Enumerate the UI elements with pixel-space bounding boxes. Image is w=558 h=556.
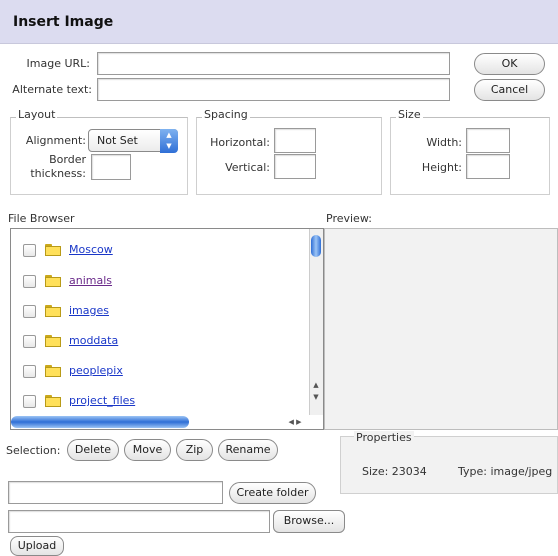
size-info-value: 23034 xyxy=(391,465,427,478)
scroll-arrow-icon[interactable]: ◀ ▶ xyxy=(281,416,309,429)
folder-icon xyxy=(45,365,61,377)
checkbox-icon[interactable] xyxy=(23,244,36,257)
image-url-input[interactable] xyxy=(97,52,450,75)
dialog-title: Insert Image xyxy=(13,14,114,30)
alignment-select[interactable]: Not Set ▲ ▼ xyxy=(88,129,178,153)
folder-icon xyxy=(45,305,61,317)
folder-icon xyxy=(45,335,61,347)
folder-link[interactable]: animals xyxy=(69,274,112,287)
dialog-title-bar: Insert Image xyxy=(0,0,558,44)
type-info: Type: image/jpeg xyxy=(458,465,552,478)
folder-link[interactable]: moddata xyxy=(69,334,118,347)
upload-file-input[interactable] xyxy=(8,510,270,533)
file-browser-list[interactable]: Moscow animals images moddata peoplepix … xyxy=(10,228,324,430)
border-label-line2: thickness: xyxy=(30,167,86,180)
folder-icon xyxy=(45,395,61,407)
upload-button[interactable]: Upload xyxy=(10,536,64,556)
alt-text-label: Alternate text: xyxy=(12,83,92,96)
file-browser-label: File Browser xyxy=(8,212,75,225)
delete-button[interactable]: Delete xyxy=(67,439,119,461)
folder-link[interactable]: images xyxy=(69,304,109,317)
horizontal-scroll-thumb[interactable] xyxy=(11,416,189,428)
checkbox-icon[interactable] xyxy=(23,395,36,408)
preview-pane xyxy=(324,228,558,430)
folder-link[interactable]: peoplepix xyxy=(69,364,123,377)
checkbox-icon[interactable] xyxy=(23,275,36,288)
horizontal-label: Horizontal: xyxy=(210,136,270,149)
vertical-scrollbar[interactable]: ▲ ▼ xyxy=(309,229,323,415)
create-folder-button[interactable]: Create folder xyxy=(229,482,316,504)
checkbox-icon[interactable] xyxy=(23,365,36,378)
alt-text-input[interactable] xyxy=(97,78,450,101)
zip-button[interactable]: Zip xyxy=(176,439,213,461)
size-legend: Size xyxy=(396,108,423,121)
width-label: Width: xyxy=(426,136,462,149)
folder-name-input[interactable] xyxy=(8,481,223,504)
cancel-button[interactable]: Cancel xyxy=(474,79,545,101)
checkbox-icon[interactable] xyxy=(23,305,36,318)
border-thickness-input[interactable] xyxy=(91,154,131,180)
size-info: Size: 23034 xyxy=(362,465,427,478)
width-input[interactable] xyxy=(466,128,510,153)
height-input[interactable] xyxy=(466,154,510,179)
size-info-label: Size: xyxy=(362,465,389,478)
move-button[interactable]: Move xyxy=(124,439,171,461)
checkbox-icon[interactable] xyxy=(23,335,36,348)
vertical-label: Vertical: xyxy=(225,161,270,174)
properties-legend: Properties xyxy=(354,431,414,444)
border-label-line1: Border xyxy=(49,153,86,166)
folder-link[interactable]: Moscow xyxy=(69,243,113,256)
horizontal-spacing-input[interactable] xyxy=(274,128,316,153)
type-info-value: image/jpeg xyxy=(490,465,553,478)
selection-label: Selection: xyxy=(6,444,61,457)
rename-button[interactable]: Rename xyxy=(218,439,278,461)
vertical-spacing-input[interactable] xyxy=(274,154,316,179)
folder-link[interactable]: project_files xyxy=(69,394,135,407)
spacing-legend: Spacing xyxy=(202,108,250,121)
ok-button[interactable]: OK xyxy=(474,53,545,75)
image-url-label: Image URL: xyxy=(26,57,90,70)
preview-label: Preview: xyxy=(326,212,372,225)
height-label: Height: xyxy=(421,161,462,174)
alignment-label: Alignment: xyxy=(25,134,86,147)
scroll-arrow-icon[interactable]: ▲ ▼ xyxy=(311,379,321,403)
layout-legend: Layout xyxy=(16,108,58,121)
folder-icon xyxy=(45,275,61,287)
select-arrows-icon: ▲ ▼ xyxy=(160,129,178,153)
vertical-scroll-thumb[interactable] xyxy=(311,235,321,257)
browse-button[interactable]: Browse... xyxy=(273,510,345,533)
type-info-label: Type: xyxy=(458,465,487,478)
alignment-value: Not Set xyxy=(97,134,138,147)
folder-icon xyxy=(45,244,61,256)
